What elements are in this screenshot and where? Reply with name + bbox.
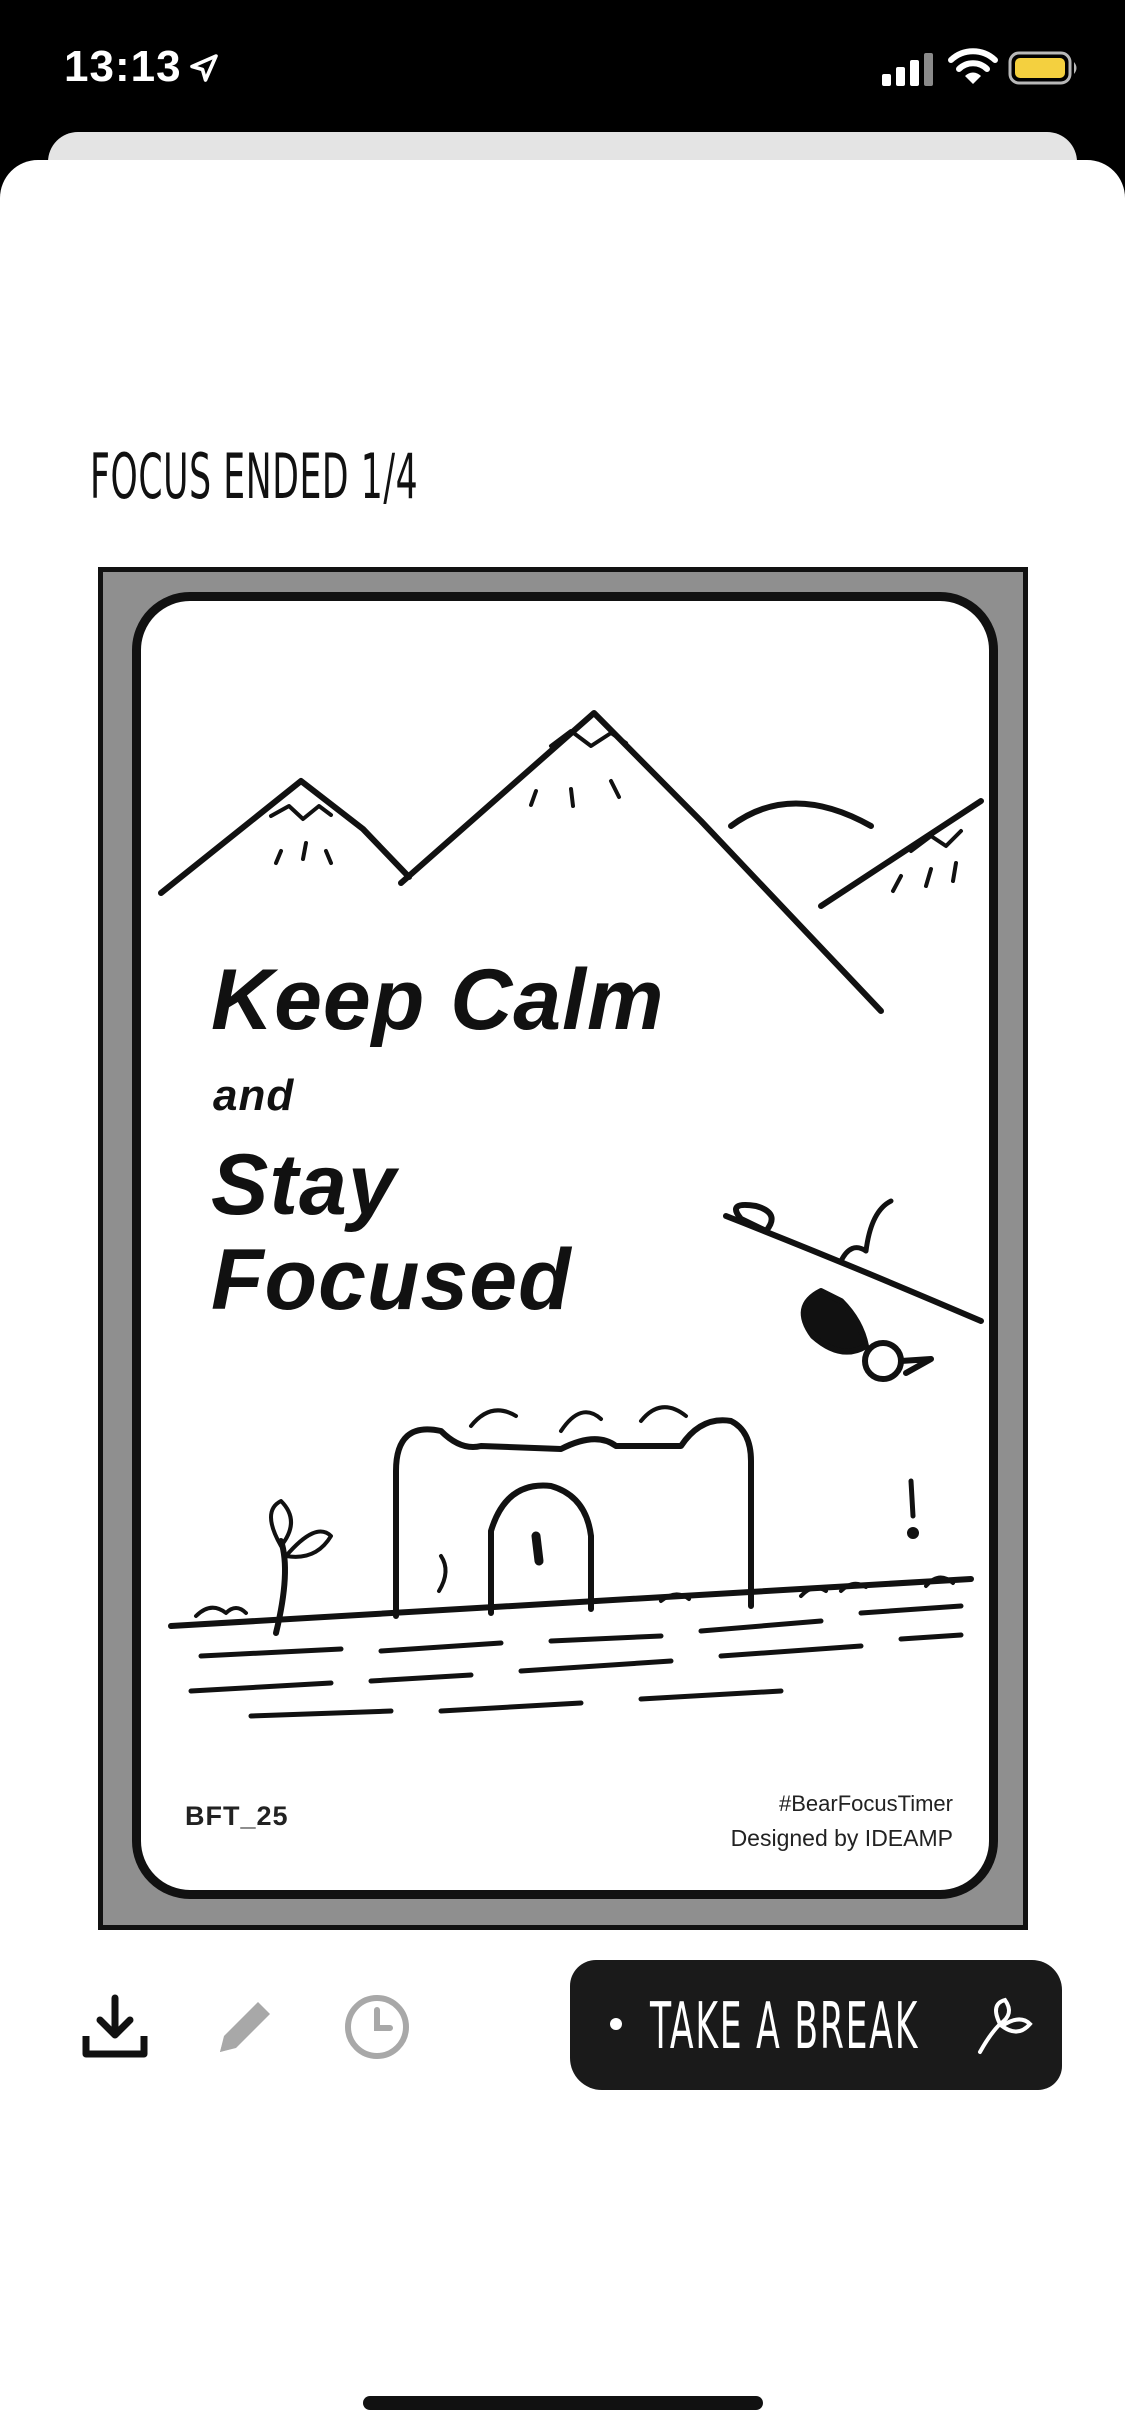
sprout-icon [978, 1997, 1033, 2054]
take-a-break-button[interactable]: TAKE A BREAK [570, 1960, 1062, 2090]
bullet-dot-icon [610, 2018, 622, 2030]
poster-card[interactable]: Keep Calm and Stay Focused BFT_25 #BearF… [132, 592, 998, 1899]
download-icon[interactable] [78, 1990, 152, 2064]
cellular-signal-icon [882, 53, 933, 86]
take-a-break-label: TAKE A BREAK [650, 1990, 920, 2064]
poster-headline: Stay [211, 1137, 397, 1233]
pencil-icon[interactable] [208, 1990, 282, 2064]
status-time: 13:13 [64, 42, 182, 91]
poster-headline: Keep Calm [211, 952, 665, 1048]
mountain-left [158, 778, 412, 896]
status-bar: 13:13 [0, 0, 1125, 140]
page-title: FOCUS ENDED 1/4 [90, 440, 419, 513]
home-indicator[interactable] [363, 2396, 763, 2410]
location-arrow-icon [190, 54, 218, 82]
poster-headline: Focused [211, 1232, 572, 1328]
bird [800, 1288, 869, 1355]
poster-hashtag: #BearFocusTimer [778, 1791, 953, 1816]
bear-house [393, 1417, 754, 1619]
battery-icon [1008, 51, 1077, 85]
poster-code: BFT_25 [185, 1801, 289, 1831]
clock-icon[interactable] [340, 1990, 414, 2064]
poster-credit: Designed by IDEAMP [730, 1825, 953, 1851]
sun [728, 800, 874, 829]
wifi-icon [948, 48, 998, 84]
poster-headline-connector: and [213, 1071, 295, 1120]
